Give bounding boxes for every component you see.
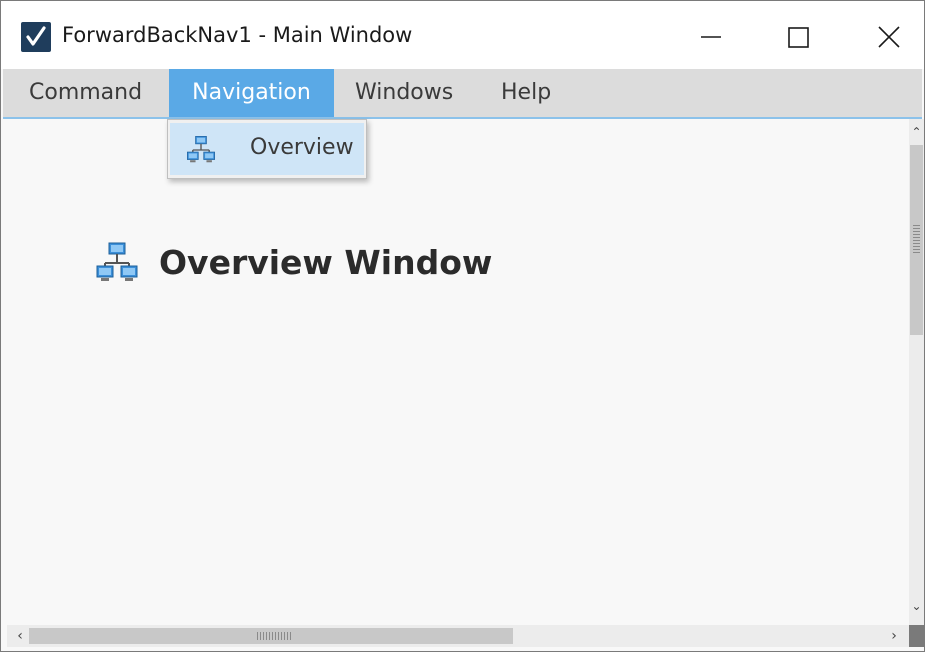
vertical-scroll-thumb[interactable] — [910, 145, 923, 335]
maximize-icon — [788, 27, 809, 48]
window-title: ForwardBackNav1 - Main Window — [62, 23, 413, 47]
minimize-icon — [701, 36, 721, 38]
menu-bar: Command Navigation Windows Help — [3, 69, 922, 118]
scroll-right-icon[interactable]: › — [885, 625, 903, 647]
menu-navigation[interactable]: Navigation — [169, 69, 334, 117]
close-icon — [878, 26, 900, 48]
scroll-left-icon[interactable]: ‹ — [11, 625, 29, 647]
content-area: Overview Window — [7, 119, 909, 625]
menu-help[interactable]: Help — [501, 69, 551, 117]
minimize-button[interactable] — [665, 1, 757, 69]
menu-command[interactable]: Command — [29, 69, 142, 117]
horizontal-scrollbar[interactable]: ‹ › — [7, 625, 909, 647]
title-bar[interactable]: ForwardBackNav1 - Main Window — [1, 1, 924, 69]
horizontal-scroll-thumb[interactable] — [29, 628, 513, 644]
scrollbar-corner — [909, 625, 924, 647]
scroll-up-icon[interactable]: ⌃ — [909, 123, 924, 141]
scroll-down-icon[interactable]: ⌄ — [909, 597, 924, 615]
grip-icon — [913, 225, 920, 255]
navigation-dropdown: Overview — [167, 119, 367, 179]
network-icon — [96, 242, 138, 281]
vertical-scrollbar[interactable]: ⌃ ⌄ — [909, 119, 924, 625]
grip-icon — [257, 632, 291, 640]
checkmark-app-icon — [21, 22, 51, 52]
dropdown-item-label: Overview — [250, 135, 354, 160]
overview-window-title: Overview Window — [159, 243, 493, 282]
main-window: ForwardBackNav1 - Main Window Command Na… — [0, 0, 925, 652]
network-icon — [187, 136, 215, 163]
menu-windows[interactable]: Windows — [355, 69, 453, 117]
maximize-button[interactable] — [752, 1, 844, 69]
dropdown-item-overview[interactable]: Overview — [170, 123, 364, 175]
close-button[interactable] — [843, 1, 925, 69]
